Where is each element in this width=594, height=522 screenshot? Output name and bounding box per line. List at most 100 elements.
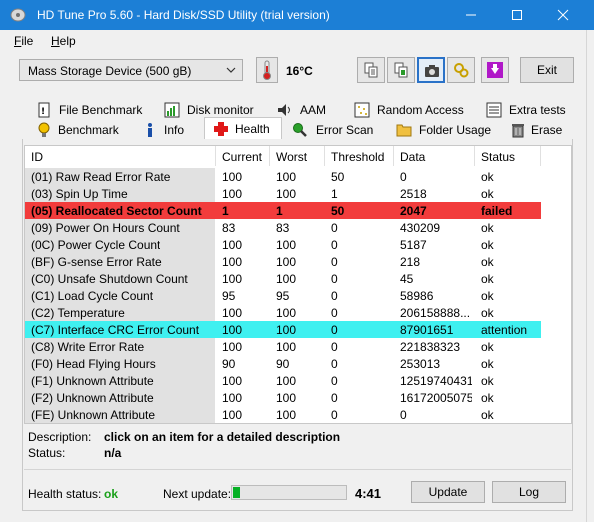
cell-threshold: 0 [331,391,338,405]
cell-id: (FE) Unknown Attribute [31,408,156,422]
table-row[interactable]: (C7) Interface CRC Error Count 100 100 0 879… [25,321,541,338]
menu-file[interactable]: File [14,34,33,48]
tab-health[interactable]: Health [204,117,282,139]
screenshot-button[interactable] [417,57,445,83]
cell-current: 100 [222,170,243,184]
minimize-button[interactable] [448,0,494,30]
cell-current: 100 [222,391,243,405]
cell-threshold: 0 [331,408,338,422]
tab-extra-tests[interactable]: Extra tests [478,100,572,120]
table-row[interactable]: (C1) Load Cycle Count 95 95 0 58986 ok [25,287,573,304]
column-header-current[interactable]: Current [216,146,270,166]
status-value: n/a [104,446,122,460]
table-row[interactable]: (BF) G-sense Error Rate 100 100 0 218 ok [25,253,573,270]
tab-info-label: Info [164,123,185,137]
cell-status: ok [481,306,494,320]
tab-benchmark[interactable]: Benchmark [28,120,132,140]
close-button[interactable] [540,0,586,30]
column-header-id[interactable]: ID [25,146,216,166]
extra-tests-icon [486,102,502,118]
cell-id: (0C) Power Cycle Count [31,238,161,252]
thermometer-icon [256,57,278,83]
tab-erase[interactable]: Erase [502,120,572,140]
smart-attributes-table[interactable]: ID Current Worst Threshold Data Status (… [24,145,572,424]
table-row[interactable]: (C2) Temperature 100 100 0 206158888... ok [25,304,573,321]
cell-worst: 100 [276,374,297,388]
tab-random-access[interactable]: Random Access [346,100,476,120]
tab-folder-usage[interactable]: Folder Usage [388,120,500,140]
cell-data: 0 [400,170,407,184]
cell-data: 430209 [400,221,441,235]
cell-data: 206158888... [400,306,471,320]
benchmark-icon [38,122,50,137]
column-header-worst[interactable]: Worst [270,146,325,166]
column-header-threshold[interactable]: Threshold [325,146,394,166]
column-header-data[interactable]: Data [394,146,475,166]
cell-id: (C2) Temperature [31,306,125,320]
menu-bar: File Help [0,30,594,52]
temperature-value: 16°C [286,64,313,78]
table-row[interactable]: (C0) Unsafe Shutdown Count 100 100 0 45 ok [25,270,573,287]
cell-threshold: 0 [331,238,338,252]
save-button[interactable] [481,57,509,83]
copy-text-button[interactable] [357,57,385,83]
copy-screenshot-button[interactable] [387,57,415,83]
progress-fill [233,487,240,498]
cell-status: ok [481,408,494,422]
speaker-icon [278,104,290,116]
menu-help[interactable]: Help [51,34,76,48]
copy-screenshot-icon [394,62,408,78]
maximize-button[interactable] [494,0,540,30]
table-row[interactable]: (FE) Unknown Attribute 100 100 0 0 ok [25,406,573,423]
cell-threshold: 0 [331,340,338,354]
table-row[interactable]: (03) Spin Up Time 100 100 1 2518 ok [25,185,573,202]
cell-threshold: 0 [331,221,338,235]
cell-status: ok [481,187,494,201]
column-header-status[interactable]: Status [475,146,541,166]
cell-current: 100 [222,187,243,201]
drive-select[interactable]: Mass Storage Device (500 gB) [19,59,243,81]
disk-monitor-icon [164,102,180,118]
column-header-worst-label: Worst [276,150,308,164]
cell-data: 16172005075 [400,391,472,405]
cell-current: 100 [222,408,243,422]
cell-current: 1 [222,204,229,218]
log-button[interactable]: Log [492,481,566,503]
cell-status: ok [481,272,494,286]
cell-id: (C7) Interface CRC Error Count [31,323,200,337]
health-status-label: Health status: [28,487,102,501]
options-button[interactable] [447,57,475,83]
cell-threshold: 0 [331,374,338,388]
cell-worst: 100 [276,340,297,354]
update-button[interactable]: Update [411,481,485,503]
maximize-icon [512,10,522,20]
tab-benchmark-label: Benchmark [58,123,119,137]
tab-file-benchmark[interactable]: ! File Benchmark [28,100,154,120]
cell-id: (F2) Unknown Attribute [31,391,154,405]
cell-id: (C8) Write Error Rate [31,340,145,354]
cell-worst: 100 [276,238,297,252]
table-row[interactable]: (C8) Write Error Rate 100 100 0 221838323 ok [25,338,573,355]
table-row[interactable]: (0C) Power Cycle Count 100 100 0 5187 ok [25,236,573,253]
cell-current: 100 [222,306,243,320]
save-icon [487,62,503,78]
cell-status: ok [481,255,494,269]
health-cross-icon [214,122,228,136]
trash-icon [512,124,524,138]
table-row[interactable]: (F1) Unknown Attribute 100 100 0 12519740431… [25,372,573,389]
status-label: Status: [28,446,66,460]
table-row[interactable]: (05) Reallocated Sector Count 1 1 50 2047 fai… [25,202,541,219]
description-value: click on an item for a detailed descript… [104,430,341,444]
table-row[interactable]: (F2) Unknown Attribute 100 100 0 16172005075… [25,389,573,406]
cell-data: 87901651 [400,323,454,337]
cell-data: 45 [400,272,414,286]
tab-extra-tests-label: Extra tests [509,103,566,117]
tab-error-scan[interactable]: Error Scan [284,120,386,140]
tab-info[interactable]: Info [134,120,204,140]
table-row[interactable]: (01) Raw Read Error Rate 100 100 50 0 ok [25,168,573,185]
cell-worst: 100 [276,170,297,184]
table-row[interactable]: (09) Power On Hours Count 83 83 0 430209 ok [25,219,573,236]
file-benchmark-icon: ! [38,102,50,118]
table-row[interactable]: (F0) Head Flying Hours 90 90 0 253013 ok [25,355,573,372]
exit-button[interactable]: Exit [520,57,574,83]
